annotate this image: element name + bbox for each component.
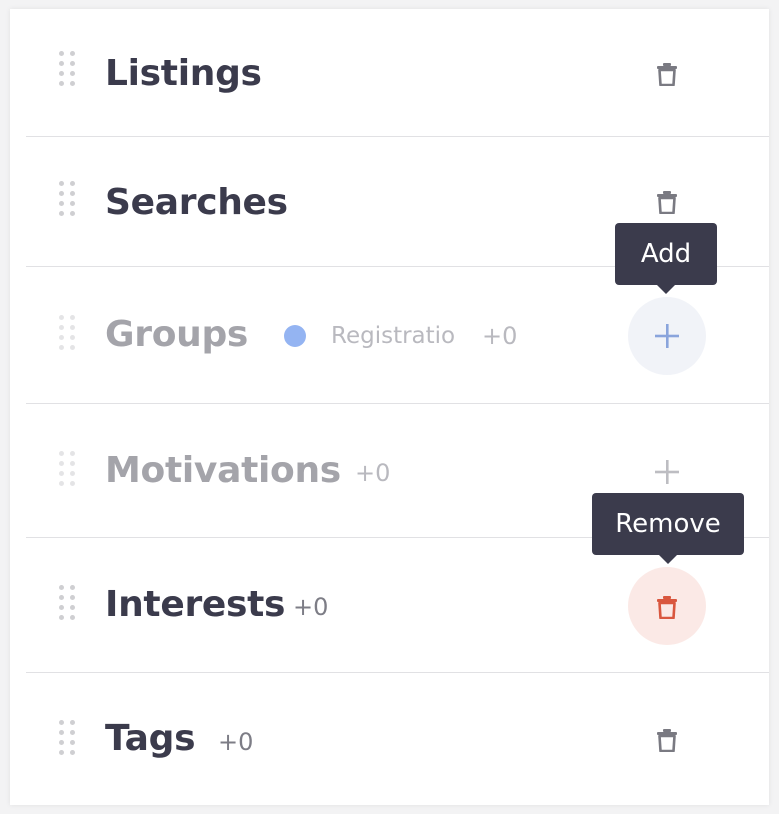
fields-panel: Listings Searches Groups Registratio +0 … bbox=[10, 9, 769, 805]
plus-icon[interactable] bbox=[654, 323, 680, 349]
list-item-groups: Groups Registratio +0 Add bbox=[10, 223, 769, 404]
row-count: +0 bbox=[482, 322, 518, 350]
row-count: +0 bbox=[218, 728, 254, 756]
plus-icon[interactable] bbox=[654, 459, 680, 485]
row-title: Groups bbox=[105, 314, 249, 355]
row-count: +0 bbox=[293, 593, 329, 621]
list-item-interests: Interests +0 Remove bbox=[10, 493, 769, 673]
trash-icon[interactable] bbox=[657, 62, 677, 86]
drag-handle-icon[interactable] bbox=[59, 720, 81, 760]
row-title: Interests bbox=[105, 584, 286, 625]
trash-icon[interactable] bbox=[657, 728, 677, 752]
add-tooltip: Add bbox=[615, 223, 717, 294]
row-title: Listings bbox=[105, 53, 262, 94]
row-title: Motivations bbox=[105, 450, 341, 491]
row-title: Tags bbox=[105, 718, 196, 759]
trash-icon[interactable] bbox=[657, 595, 677, 619]
drag-handle-icon[interactable] bbox=[59, 315, 81, 355]
drag-handle-icon[interactable] bbox=[59, 451, 81, 491]
trash-icon[interactable] bbox=[657, 190, 677, 214]
list-item-listings: Listings bbox=[10, 9, 769, 137]
drag-handle-icon[interactable] bbox=[59, 51, 81, 91]
list-item-tags: Tags +0 bbox=[10, 673, 769, 805]
row-title: Searches bbox=[105, 182, 288, 223]
row-count: +0 bbox=[355, 459, 391, 487]
drag-handle-icon[interactable] bbox=[59, 181, 81, 221]
tag-color-dot bbox=[284, 325, 306, 347]
drag-handle-icon[interactable] bbox=[59, 585, 81, 625]
remove-tooltip: Remove bbox=[592, 493, 744, 564]
tag-label: Registratio bbox=[331, 323, 456, 349]
